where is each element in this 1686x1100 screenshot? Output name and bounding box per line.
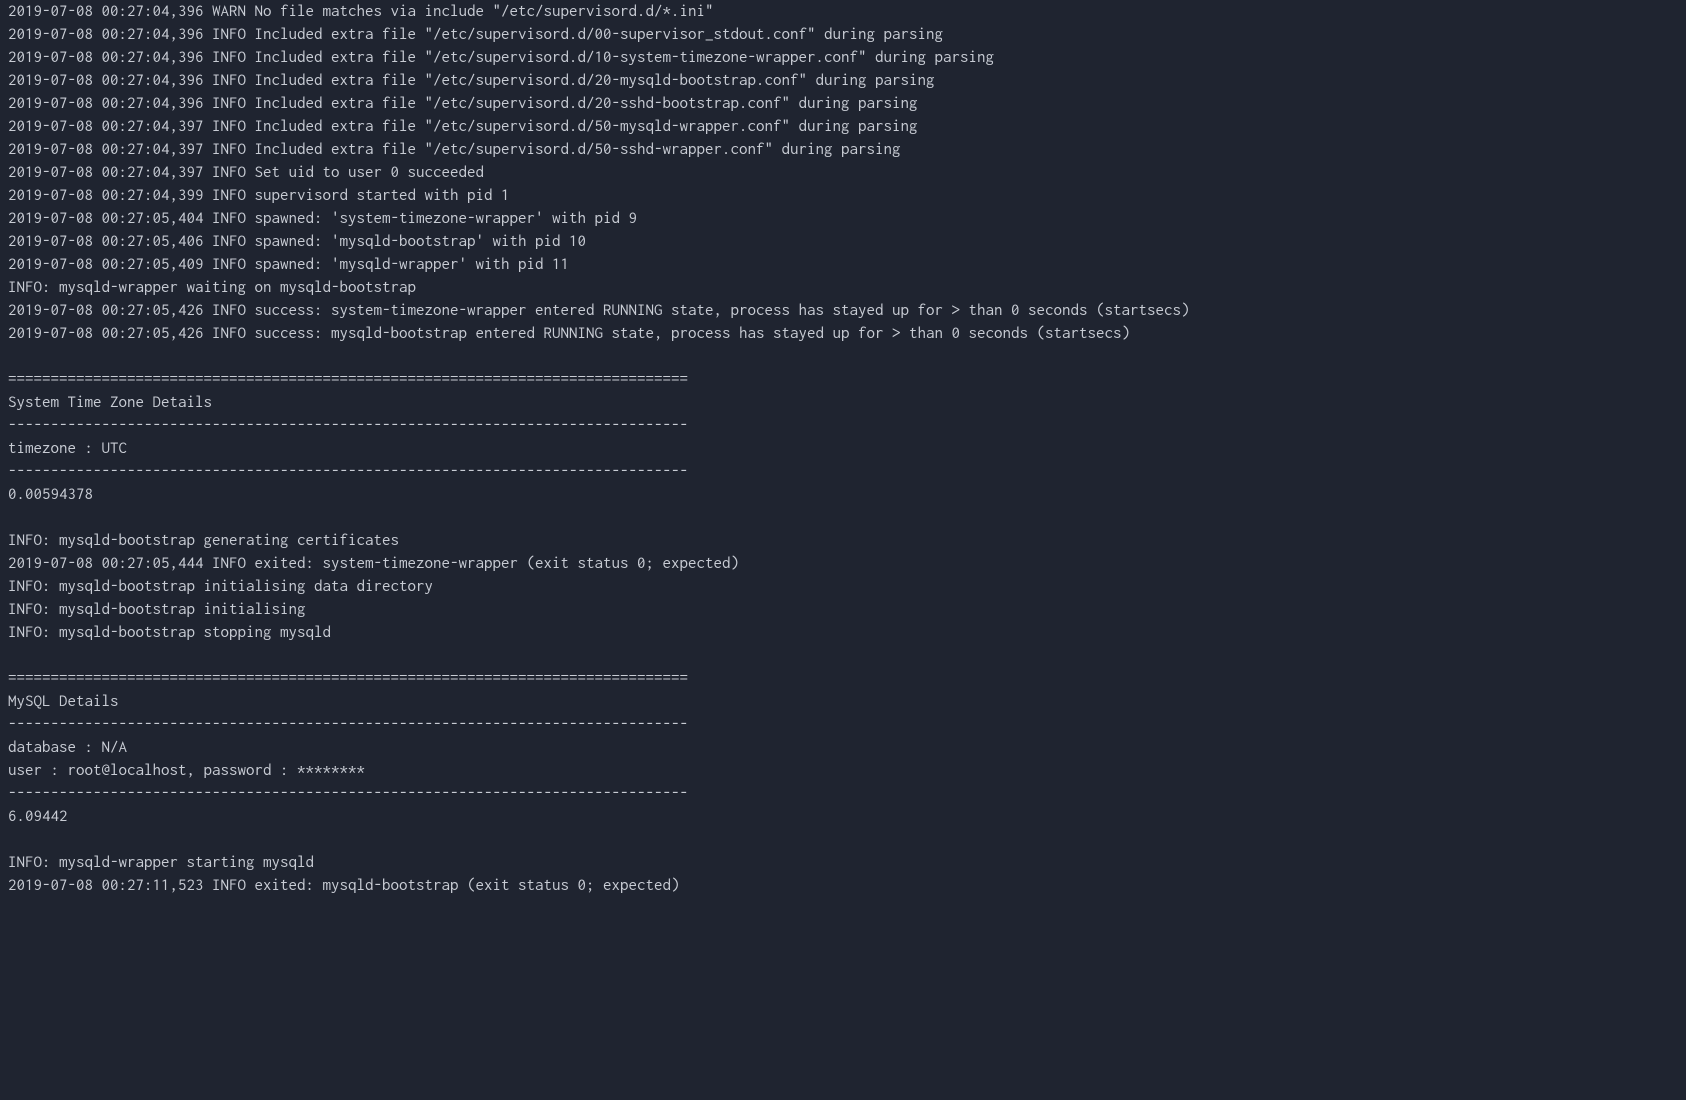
log-line: 0.00594378 <box>8 483 1678 506</box>
log-line <box>8 828 1678 851</box>
log-line: 2019-07-08 00:27:05,409 INFO spawned: 'm… <box>8 253 1678 276</box>
log-line: ----------------------------------------… <box>8 782 1678 805</box>
log-line: 2019-07-08 00:27:04,396 INFO Included ex… <box>8 23 1678 46</box>
log-line: 2019-07-08 00:27:05,426 INFO success: sy… <box>8 299 1678 322</box>
log-line: 2019-07-08 00:27:05,404 INFO spawned: 's… <box>8 207 1678 230</box>
log-line <box>8 644 1678 667</box>
log-line: database : N/A <box>8 736 1678 759</box>
log-line: ----------------------------------------… <box>8 460 1678 483</box>
log-line: INFO: mysqld-bootstrap initialising <box>8 598 1678 621</box>
log-line: INFO: mysqld-wrapper starting mysqld <box>8 851 1678 874</box>
terminal-output[interactable]: 2019-07-08 00:27:04,396 WARN No file mat… <box>0 0 1686 897</box>
log-line: 2019-07-08 00:27:05,426 INFO success: my… <box>8 322 1678 345</box>
log-line: INFO: mysqld-bootstrap initialising data… <box>8 575 1678 598</box>
log-line: 2019-07-08 00:27:04,396 INFO Included ex… <box>8 46 1678 69</box>
log-line: timezone : UTC <box>8 437 1678 460</box>
log-line: ========================================… <box>8 368 1678 391</box>
log-line: 2019-07-08 00:27:05,406 INFO spawned: 'm… <box>8 230 1678 253</box>
log-line: INFO: mysqld-wrapper waiting on mysqld-b… <box>8 276 1678 299</box>
log-line: INFO: mysqld-bootstrap generating certif… <box>8 529 1678 552</box>
log-line: 2019-07-08 00:27:04,397 INFO Included ex… <box>8 138 1678 161</box>
log-line: ========================================… <box>8 667 1678 690</box>
log-line: 2019-07-08 00:27:04,399 INFO supervisord… <box>8 184 1678 207</box>
log-line: 2019-07-08 00:27:04,397 INFO Set uid to … <box>8 161 1678 184</box>
log-line: 2019-07-08 00:27:04,396 WARN No file mat… <box>8 0 1678 23</box>
log-line: 2019-07-08 00:27:04,397 INFO Included ex… <box>8 115 1678 138</box>
log-line: INFO: mysqld-bootstrap stopping mysqld <box>8 621 1678 644</box>
log-line: 2019-07-08 00:27:11,523 INFO exited: mys… <box>8 874 1678 897</box>
log-line: 2019-07-08 00:27:05,444 INFO exited: sys… <box>8 552 1678 575</box>
log-line: MySQL Details <box>8 690 1678 713</box>
log-line <box>8 506 1678 529</box>
log-line: 2019-07-08 00:27:04,396 INFO Included ex… <box>8 92 1678 115</box>
log-line: 6.09442 <box>8 805 1678 828</box>
log-line: 2019-07-08 00:27:04,396 INFO Included ex… <box>8 69 1678 92</box>
log-line: ----------------------------------------… <box>8 414 1678 437</box>
log-line: System Time Zone Details <box>8 391 1678 414</box>
log-line <box>8 345 1678 368</box>
log-line: user : root@localhost, password : ******… <box>8 759 1678 782</box>
log-line: ----------------------------------------… <box>8 713 1678 736</box>
